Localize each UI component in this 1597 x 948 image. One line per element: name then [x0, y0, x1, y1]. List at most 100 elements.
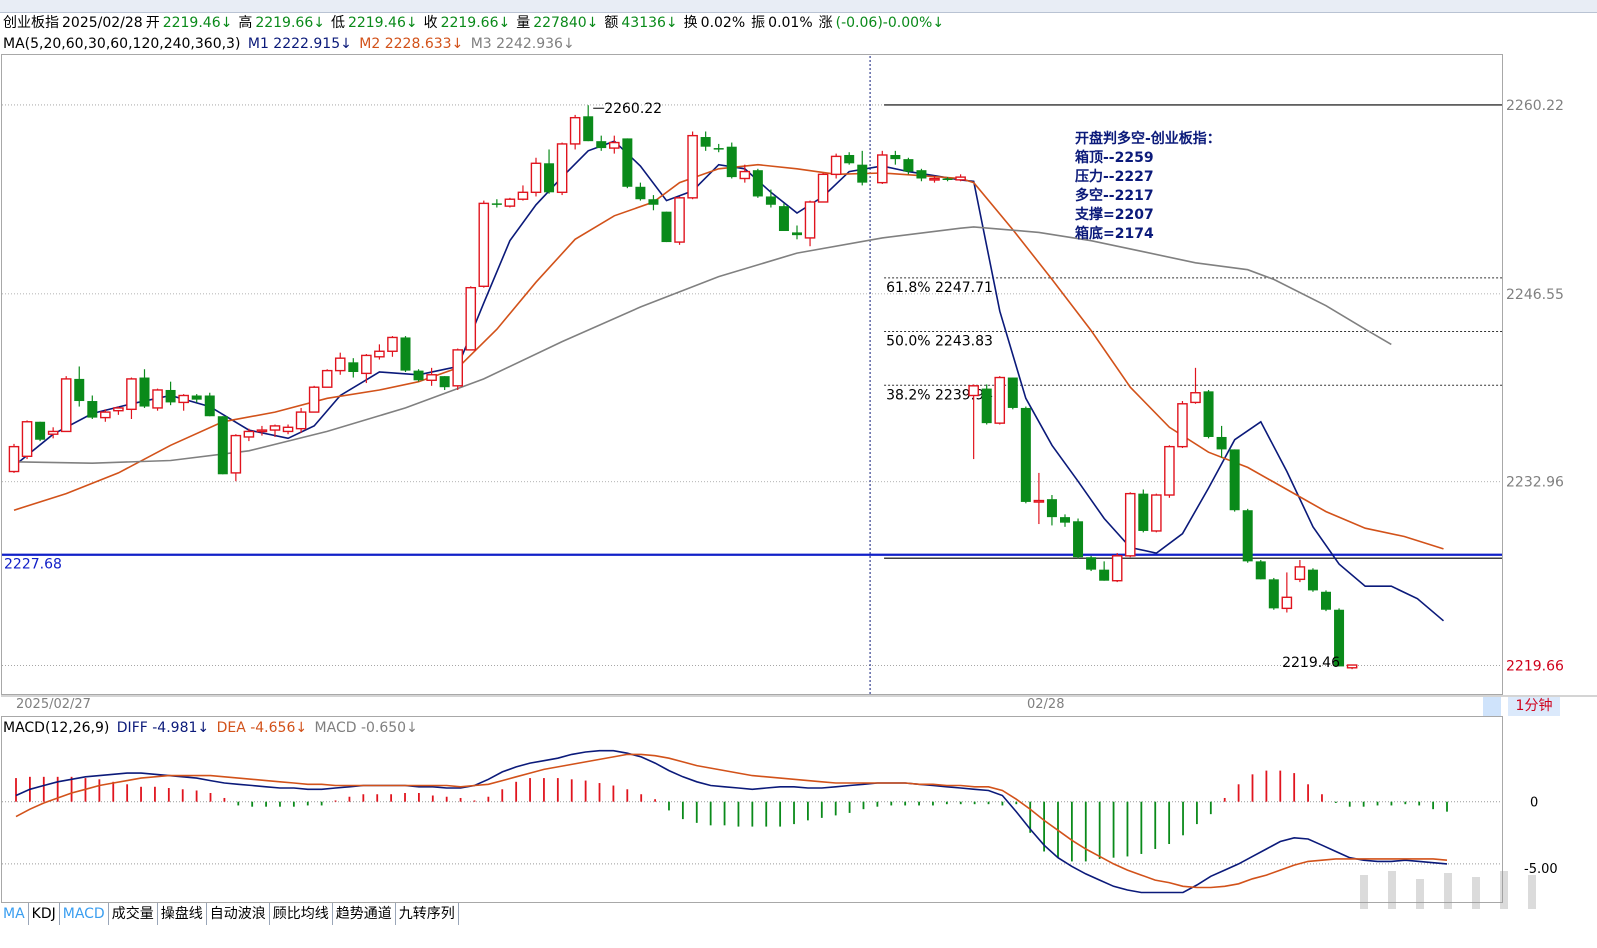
tab-auto-wave[interactable]: 自动波浪 — [207, 903, 270, 925]
candle-body-down — [1060, 517, 1070, 523]
candle-body-up — [1151, 494, 1162, 532]
candle-body-up — [929, 177, 940, 181]
candle-body-down — [1203, 391, 1214, 437]
candle-body-up — [739, 170, 751, 180]
candle-body-down — [1007, 377, 1018, 408]
candle-body-down — [544, 163, 555, 193]
candle-body-up — [126, 378, 137, 411]
candle-body-up — [517, 191, 529, 200]
candle-body-down — [792, 232, 802, 236]
candle-body-up — [1177, 403, 1188, 448]
candle-body-up — [569, 116, 581, 145]
candle-body-up — [504, 198, 516, 207]
price-chart-svg[interactable]: 61.8% 2247.7150.0% 2243.8338.2% 2239.942… — [0, 0, 1597, 948]
candle-body-up — [452, 349, 464, 387]
candle-body-down — [635, 186, 646, 200]
candle-body-up — [1190, 392, 1201, 404]
candle-body-up — [1111, 555, 1123, 582]
macd-indicator — [2, 749, 1502, 894]
candle-body-up — [1281, 596, 1293, 610]
date-label-right: 02/28 — [1027, 697, 1065, 712]
candle-body-down — [348, 362, 359, 372]
period-scroll-box[interactable] — [1483, 697, 1501, 716]
candle-body-down — [1073, 521, 1084, 558]
candle-body-up — [877, 154, 888, 184]
ma-line-m2 — [13, 163, 1444, 550]
candle-body-down — [1099, 569, 1110, 581]
candle-body-down — [1086, 557, 1097, 570]
candle-body-down — [648, 199, 659, 205]
candle-body-down — [778, 206, 789, 232]
candle-body-down — [1307, 569, 1318, 591]
strategy-annotation: 开盘判多空-创业板指： 箱顶--2259 压力--2227 多空--2217 支… — [1075, 130, 1221, 244]
annotation-line: 箱底=2174 — [1075, 226, 1154, 242]
annotation-line: 多空--2217 — [1075, 188, 1154, 204]
tab-ma[interactable]: MA — [0, 903, 29, 925]
candle-body-up — [478, 202, 490, 288]
candle-body-down — [713, 148, 724, 150]
candle-body-up — [243, 430, 255, 438]
candle-body-down — [1242, 510, 1253, 562]
candle-body-down — [583, 116, 594, 142]
candle-body-up — [968, 385, 979, 397]
price-axis-label: 2246.55 — [1506, 287, 1564, 303]
tab-gmma[interactable]: 顾比均线 — [270, 903, 333, 925]
candle-body-down — [916, 170, 927, 179]
candle-body-down — [857, 164, 868, 183]
candle-body-up — [1346, 664, 1358, 669]
macd-params: MACD(12,26,9) — [3, 720, 110, 736]
tab-td-sequential[interactable]: 九转序列 — [396, 903, 459, 925]
candle-body-up — [21, 421, 33, 458]
candle-body-down — [139, 377, 150, 407]
candle-body-up — [955, 176, 966, 181]
candle-body-down — [1229, 449, 1240, 511]
price-axis-label: 2232.96 — [1506, 475, 1564, 491]
candle-body-down — [661, 211, 672, 243]
axis-labels: 2260.222246.552232.962219.660-5.00 — [1506, 98, 1564, 877]
fib-level-label: 50.0% 2243.83 — [886, 334, 993, 350]
candle-body-down — [1321, 591, 1331, 610]
period-selector[interactable]: 1分钟 — [1508, 697, 1560, 716]
macd-macd-value: MACD -0.650↓ — [314, 720, 418, 736]
candle-body-up — [530, 162, 542, 194]
ma-line-m1 — [13, 140, 1445, 622]
low-point-label: 2219.46 — [1282, 655, 1340, 671]
candle-body-up — [465, 286, 477, 351]
candle-body-up — [387, 336, 398, 352]
candle-body-down — [1255, 561, 1266, 580]
candle-body-up — [1124, 492, 1136, 557]
key-price-label: 2227.68 — [4, 557, 62, 573]
candle-body-up — [556, 143, 568, 194]
candle-body-down — [204, 395, 215, 417]
candle-body-down — [1138, 493, 1149, 531]
candle-body-down — [413, 370, 424, 381]
candle-body-down — [752, 170, 763, 197]
candle-body-up — [256, 429, 268, 433]
chart-window: 创业板指 2025/02/28 开 2219.46↓ 高 2219.66↓ 低 2219.46… — [0, 0, 1597, 948]
candle-body-up — [830, 155, 842, 176]
candle-body-down — [1216, 436, 1227, 450]
price-axis-label: 2260.22 — [1506, 98, 1564, 114]
date-label-left: 2025/02/27 — [16, 697, 91, 712]
annotation-title: 开盘判多空-创业板指： — [1075, 131, 1221, 147]
tab-trend-channel[interactable]: 趋势通道 — [333, 903, 396, 925]
macd-info-line: MACD(12,26,9) DIFF -4.981↓ DEA -4.656↓ M… — [3, 719, 421, 737]
tab-macd[interactable]: MACD — [60, 903, 109, 925]
candle-body-down — [191, 395, 202, 400]
candle-body-down — [439, 376, 450, 388]
tab-kdj[interactable]: KDJ — [29, 903, 60, 925]
macd-diff-value: DIFF -4.981↓ — [116, 720, 210, 736]
candle-body-up — [282, 426, 294, 433]
candle-body-up — [674, 197, 685, 243]
candle-body-up — [361, 354, 372, 375]
candle-body-down — [491, 203, 502, 205]
candle-body-down — [165, 389, 176, 403]
candle-body-up — [113, 407, 124, 412]
tab-volume[interactable]: 成交量 — [109, 903, 158, 925]
tab-trading-line[interactable]: 操盘线 — [158, 903, 207, 925]
candle-body-up — [308, 386, 320, 413]
candle-body-down — [903, 159, 914, 172]
candle-body-down — [622, 138, 633, 187]
candle-body-down — [35, 421, 46, 440]
candle-body-up — [994, 376, 1006, 424]
